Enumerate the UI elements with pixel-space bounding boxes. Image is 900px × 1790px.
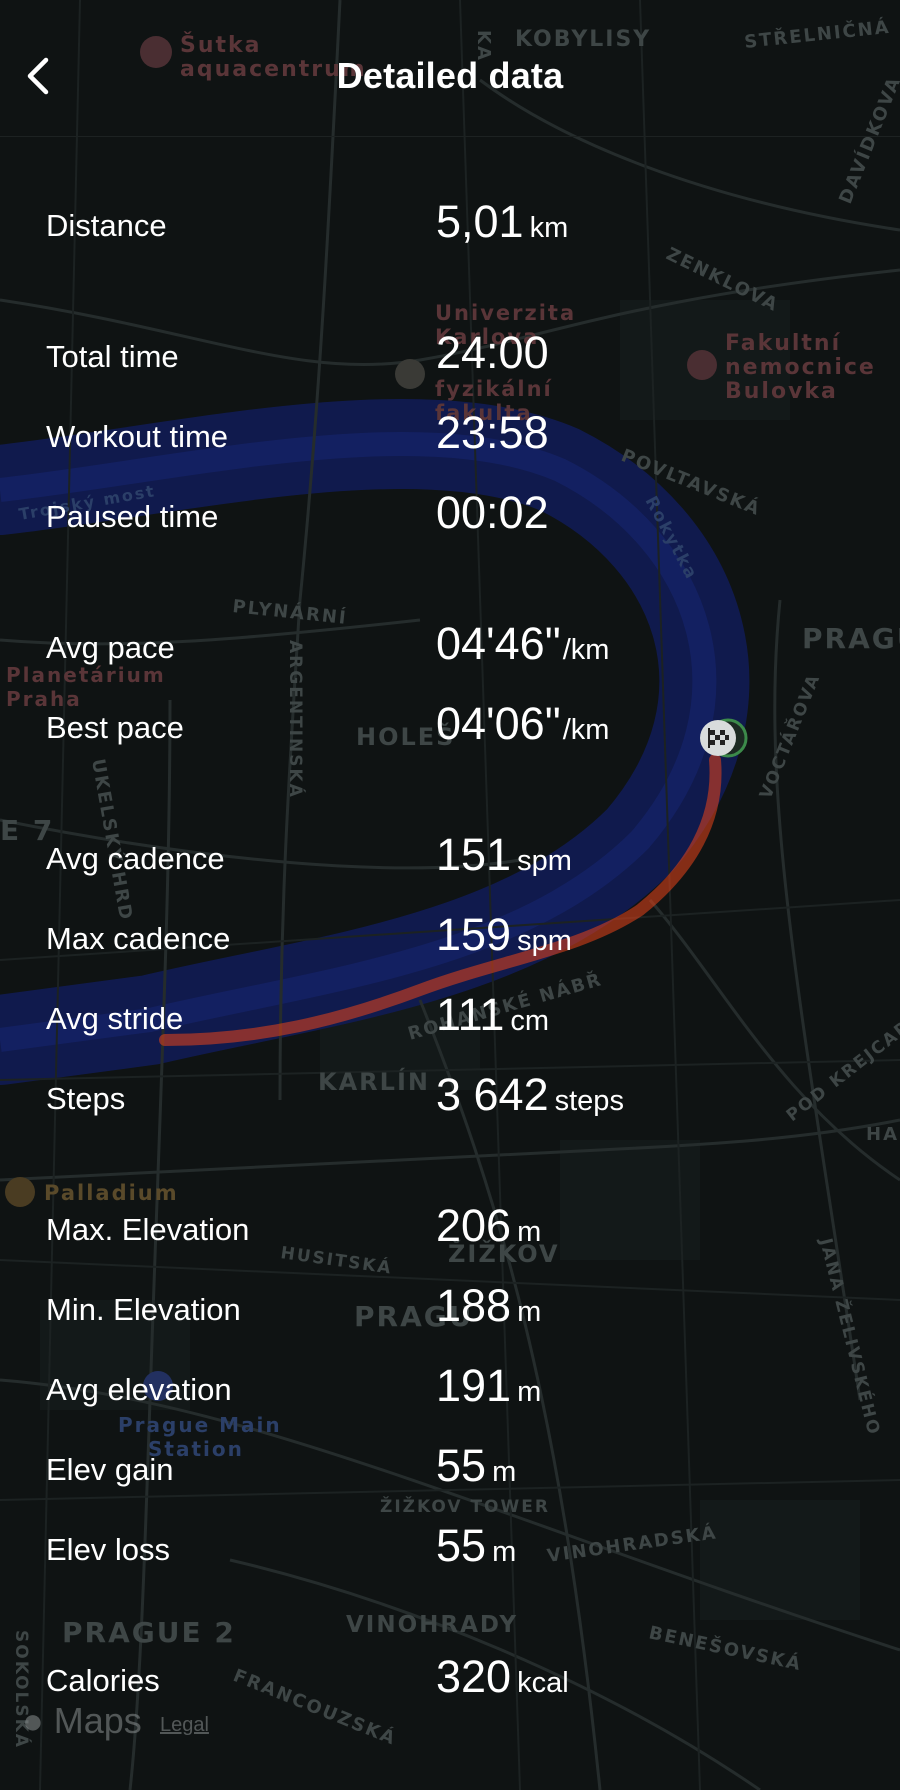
stat-row-max-cadence: Max cadence 159 spm (0, 909, 900, 969)
stat-label: Best pace (46, 710, 184, 745)
stat-row-elev-loss: Elev loss 55 m (0, 1520, 900, 1580)
stat-row-avg-stride: Avg stride 111 cm (0, 989, 900, 1049)
stat-value: 159 spm (436, 909, 572, 960)
stat-label: Avg cadence (46, 841, 225, 876)
stat-value: 23:58 (436, 407, 549, 458)
stat-row-paused-time: Paused time 00:02 (0, 487, 900, 547)
map-label: VINOHRADY (346, 1612, 518, 1638)
page-title: Detailed data (336, 55, 564, 96)
stat-value: 00:02 (436, 487, 549, 538)
stat-value: 5,01 km (436, 196, 569, 247)
stat-value: 04'06"/km (436, 698, 610, 749)
apple-icon: ● (22, 1700, 44, 1741)
stat-row-total-time: Total time 24:00 (0, 327, 900, 387)
stat-value: 55 m (436, 1520, 517, 1571)
stat-label: Max. Elevation (46, 1212, 250, 1247)
stat-value: 3 642 steps (436, 1069, 624, 1120)
legal-link[interactable]: Legal (160, 1714, 209, 1737)
stat-value: 206 m (436, 1200, 542, 1251)
stat-label: Workout time (46, 419, 229, 454)
stat-value: 55 m (436, 1440, 517, 1491)
stat-row-best-pace: Best pace 04'06"/km (0, 698, 900, 758)
stat-label: Elev gain (46, 1452, 174, 1487)
stat-row-avg-elevation: Avg elevation 191 m (0, 1360, 900, 1420)
stat-row-distance: Distance 5,01 km (0, 196, 900, 256)
stat-label: Paused time (46, 499, 219, 534)
stat-value: 111 cm (436, 989, 550, 1040)
stat-label: Elev loss (46, 1532, 171, 1567)
stat-row-steps: Steps 3 642 steps (0, 1069, 900, 1129)
header-bar: Detailed data (0, 0, 900, 137)
stat-label: Total time (46, 339, 179, 374)
stat-value: 24:00 (436, 327, 549, 378)
stat-row-avg-cadence: Avg cadence 151 spm (0, 829, 900, 889)
stat-row-workout-time: Workout time 23:58 (0, 407, 900, 467)
stat-row-min-elevation: Min. Elevation 188 m (0, 1280, 900, 1340)
stat-value: 151 spm (436, 829, 572, 880)
stat-label: Avg stride (46, 1001, 184, 1036)
stat-label: Avg elevation (46, 1372, 232, 1407)
map-label: PRAGUE 2 (62, 1616, 236, 1649)
maps-logo: ● Maps (22, 1700, 142, 1741)
stat-label: Min. Elevation (46, 1292, 241, 1327)
stat-label: Avg pace (46, 630, 175, 665)
stat-label: Calories (46, 1663, 160, 1698)
stat-row-max-elevation: Max. Elevation 206 m (0, 1200, 900, 1260)
stat-value: 191 m (436, 1360, 542, 1411)
stat-value: 04'46"/km (436, 618, 610, 669)
stat-label: Distance (46, 208, 167, 243)
stat-value: 320 kcal (436, 1651, 569, 1702)
stat-row-elev-gain: Elev gain 55 m (0, 1440, 900, 1500)
stat-row-avg-pace: Avg pace 04'46"/km (0, 618, 900, 678)
map-label: Univerzita (435, 301, 576, 325)
stat-label: Steps (46, 1081, 126, 1116)
stat-value: 188 m (436, 1280, 542, 1331)
stat-label: Max cadence (46, 921, 231, 956)
